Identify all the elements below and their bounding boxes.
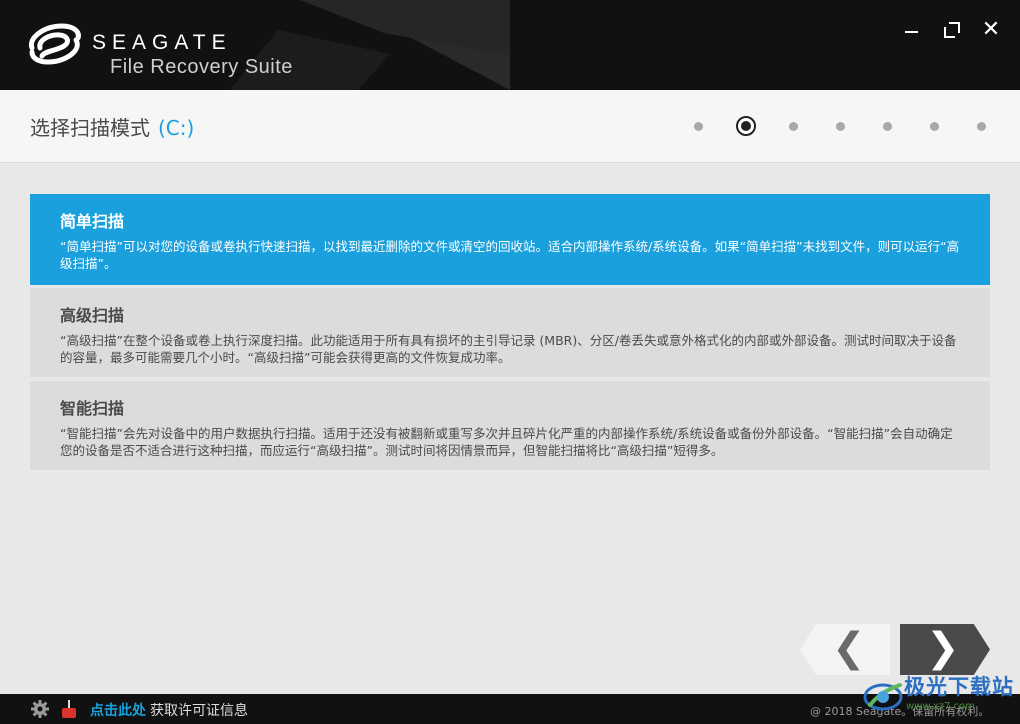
- watermark: 极光下载站 www.xz7.com: [862, 671, 1020, 721]
- close-icon: ✕: [981, 17, 1001, 42]
- seagate-logo-icon: [28, 23, 81, 65]
- license-info-text: 获取许可证信息: [150, 703, 248, 719]
- back-button[interactable]: ❮: [800, 624, 890, 675]
- step-dot: [836, 122, 845, 131]
- option-title: 智能扫描: [60, 399, 125, 418]
- watermark-logo-icon: [863, 683, 903, 711]
- option-advanced-scan[interactable]: 高级扫描 “高级扫描”在整个设备或卷上执行深度扫描。此功能适用于所有具有损坏的主…: [30, 288, 990, 377]
- option-simple-scan[interactable]: 简单扫描 “简单扫描”可以对您的设备或卷执行快速扫描，以找到最近删除的文件或清空…: [30, 194, 990, 285]
- step-dot-current: [736, 116, 756, 136]
- option-title: 高级扫描: [60, 306, 125, 325]
- gear-icon[interactable]: [30, 699, 50, 719]
- chevron-right-icon: ❯: [926, 625, 960, 671]
- minimize-button[interactable]: [900, 18, 924, 42]
- step-dot: [977, 122, 986, 131]
- drive-label: (C:): [158, 116, 195, 140]
- option-description: “高级扫描”在整个设备或卷上执行深度扫描。此功能适用于所有具有损坏的主引导记录 …: [60, 333, 957, 365]
- step-dot: [883, 122, 892, 131]
- watermark-url: www.xz7.com: [906, 701, 975, 712]
- page-title-text: 选择扫描模式: [30, 116, 150, 140]
- step-dot: [694, 122, 703, 131]
- maximize-icon: [944, 22, 960, 38]
- license-icon: [62, 700, 76, 718]
- step-dot: [930, 122, 939, 131]
- step-dot: [789, 122, 798, 131]
- chevron-left-icon: ❮: [832, 625, 866, 671]
- option-smart-scan[interactable]: 智能扫描 “智能扫描”会先对设备中的用户数据执行扫描。适用于还没有被翻新或重写多…: [30, 381, 990, 470]
- option-description: “智能扫描”会先对设备中的用户数据执行扫描。适用于还没有被翻新或重写多次并且碎片…: [60, 426, 953, 458]
- next-button[interactable]: ❯: [900, 624, 990, 675]
- close-button[interactable]: ✕: [979, 18, 1003, 42]
- brand-name: SEAGATE: [92, 31, 232, 54]
- option-title: 简单扫描: [60, 212, 125, 231]
- page-title: 选择扫描模式 (C:): [30, 112, 194, 141]
- title-bar: SEAGATE File Recovery Suite ✕: [0, 0, 1020, 90]
- maximize-button[interactable]: [940, 18, 964, 42]
- watermark-title: 极光下载站: [904, 675, 1014, 699]
- page-header: 选择扫描模式 (C:): [0, 90, 1020, 163]
- license-link[interactable]: 点击此处: [90, 700, 146, 720]
- option-description: “简单扫描”可以对您的设备或卷执行快速扫描，以找到最近删除的文件或清空的回收站。…: [60, 239, 960, 271]
- product-name: File Recovery Suite: [110, 56, 293, 78]
